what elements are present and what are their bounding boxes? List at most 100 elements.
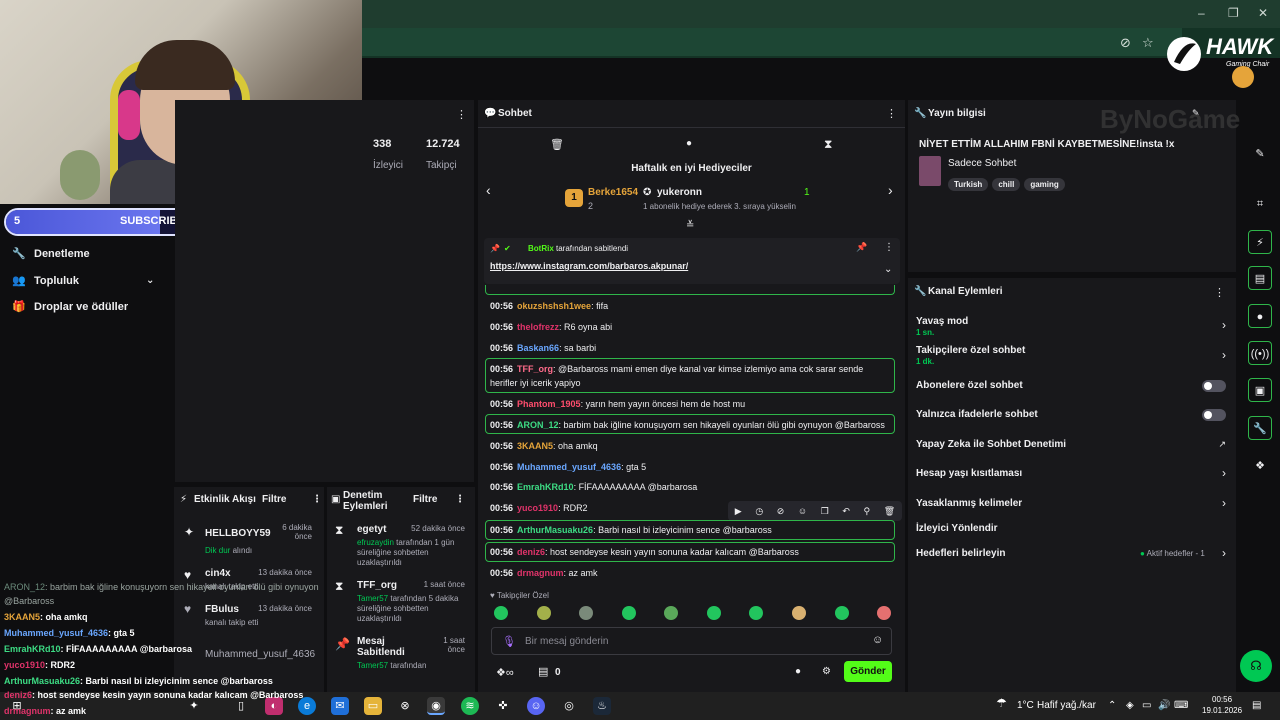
obs-icon[interactable]: ◎ [560,697,578,715]
activity-filter-button[interactable]: Filtre [262,494,286,505]
more-options-icon[interactable]: ⋮ [455,494,465,505]
chat-user[interactable]: Baskan66 [517,343,559,353]
emoji-icon[interactable]: ☺ [872,634,883,646]
more-options-icon[interactable]: ⋮ [312,494,322,505]
app-icon[interactable]: ✜ [494,697,512,715]
goals-label[interactable]: Hedefleri belirleyin [916,548,1005,559]
chat-input[interactable]: 🎙 Bir mesaj gönderin ☺ [491,627,892,655]
support-button[interactable]: ☊ [1240,650,1272,682]
discord-icon[interactable]: ☺ [527,697,545,715]
more-options-icon[interactable]: ⋮ [884,242,894,253]
more-options-icon[interactable]: ⋮ [456,108,467,121]
more-options-icon[interactable]: ⋮ [886,107,897,120]
gear-icon[interactable]: ⚙ [822,666,831,677]
document-icon[interactable]: ▤ [1248,266,1272,290]
external-link-icon[interactable]: ↗ [1218,439,1226,450]
crop-icon[interactable]: ⌗ [1248,192,1272,216]
timeout-icon[interactable]: ◷ [755,506,763,517]
kick-points-icon[interactable]: ❖∞ [496,666,514,679]
chevron-right-icon[interactable]: › [1222,318,1226,332]
emote[interactable] [537,606,551,620]
xbox-icon[interactable]: ⊗ [396,697,414,715]
chevron-right-icon[interactable]: › [888,182,893,198]
notification-icon[interactable]: ▤ [1252,700,1261,711]
tray-app-icon[interactable]: ◈ [1126,700,1134,711]
wrench-icon[interactable]: 🔧 [1248,416,1272,440]
minimize-button[interactable]: – [1198,6,1205,20]
apps-icon[interactable]: ❖ [1248,454,1272,478]
broadcast-icon[interactable]: ((•)) [1248,341,1272,365]
emoji-icon[interactable]: ☺ [798,506,807,516]
chrome-browser-icon[interactable]: ◉ [427,697,445,715]
followers-chat-label[interactable]: Takipçilere özel sohbet [916,345,1025,356]
nav-item-drops[interactable]: 🎁 Droplar ve ödüller [12,300,128,314]
store-icon[interactable]: ▤ [538,665,548,678]
category-thumbnail[interactable] [919,156,941,186]
banned-words-label[interactable]: Yasaklanmış kelimeler [916,498,1022,509]
eye-slash-icon[interactable]: ⊘ [1120,35,1131,51]
chat-user[interactable]: drmagnum [517,568,564,578]
maximize-button[interactable]: ❐ [1228,6,1239,20]
play-icon[interactable]: ▶ [735,506,742,517]
emote[interactable] [579,606,593,620]
chevron-right-icon[interactable]: › [1222,496,1226,510]
chat-user[interactable]: EmrahKRd10 [517,482,574,492]
microphone-icon[interactable]: 🎙 [502,635,516,648]
emote[interactable] [792,606,806,620]
subs-chat-toggle[interactable] [1202,380,1226,392]
tag[interactable]: gaming [1024,178,1065,191]
ai-moderation-label[interactable]: Yapay Zeka ile Sohbet Denetimi [916,439,1066,450]
ban-icon[interactable]: ⊘ [777,506,785,517]
chat-bubble-icon[interactable]: ● [1248,304,1272,328]
copy-icon[interactable]: ❐ [821,506,829,517]
pencil-icon[interactable]: ✎ [1248,142,1272,166]
chat-user[interactable]: deniz6 [517,547,545,557]
chat-user[interactable]: 3KAAN5 [517,441,553,451]
layout-icon[interactable]: ▣ [1248,378,1272,402]
chat-bubble-icon[interactable]: ● [795,666,801,677]
avatar[interactable] [1232,66,1254,88]
emote[interactable] [494,606,508,620]
emote[interactable] [749,606,763,620]
spotify-icon[interactable]: ≋ [461,697,479,715]
redirect-viewers-label[interactable]: İzleyici Yönlendir [916,523,998,534]
clock-time[interactable]: 00:56 [1212,695,1232,704]
slow-mode-label[interactable]: Yavaş mod [916,316,968,327]
chevron-right-icon[interactable]: › [1222,546,1226,560]
language-icon[interactable]: ⌨ [1174,700,1188,711]
chat-user[interactable]: okuzshshsh1wee [517,301,591,311]
bookmark-star-icon[interactable]: ☆ [1142,35,1154,51]
chat-user[interactable]: ARON_12 [517,420,559,430]
weather-temp[interactable]: 1°C [1017,700,1034,711]
chat-user[interactable]: yuco1910 [517,503,558,513]
hourglass-icon[interactable]: ⧗ [824,137,832,152]
emote-chat-toggle[interactable] [1202,409,1226,421]
volume-icon[interactable]: 🔊 [1158,700,1170,711]
emote[interactable] [835,606,849,620]
steam-icon[interactable]: ♨ [593,697,611,715]
chevron-right-icon[interactable]: › [1222,348,1226,362]
collapse-icon[interactable]: ≚ [686,220,694,231]
tag[interactable]: chill [992,178,1021,191]
trash-icon[interactable]: 🗑 [884,506,895,517]
category-name[interactable]: Sadece Sohbet [948,158,1016,169]
chevron-left-icon[interactable]: ‹ [486,182,491,198]
undo-icon[interactable]: ↶ [842,506,850,517]
folder-icon[interactable]: ▭ [364,697,382,715]
emote[interactable] [707,606,721,620]
pin-icon[interactable]: ⚲ [864,506,871,517]
account-age-label[interactable]: Hesap yaşı kısıtlaması [916,468,1022,479]
chevron-right-icon[interactable]: › [1222,466,1226,480]
nav-item-moderation[interactable]: 🔧 Denetleme [12,247,90,261]
emote[interactable] [664,606,678,620]
chat-bubble-icon[interactable]: ● [686,138,692,149]
chat-user[interactable]: Muhammed_yusuf_4636 [517,462,621,472]
emote[interactable] [622,606,636,620]
url-field[interactable] [362,28,1182,56]
pinned-link[interactable]: https://www.instagram.com/barbaros.akpun… [490,261,688,271]
moderation-filter-button[interactable]: Filtre [413,494,437,505]
bolt-icon[interactable]: ⚡ [1248,230,1272,254]
more-options-icon[interactable]: ⋮ [1214,286,1225,299]
chevron-up-icon[interactable]: ⌃ [1108,700,1116,711]
mail-icon[interactable]: ✉ [331,697,349,715]
